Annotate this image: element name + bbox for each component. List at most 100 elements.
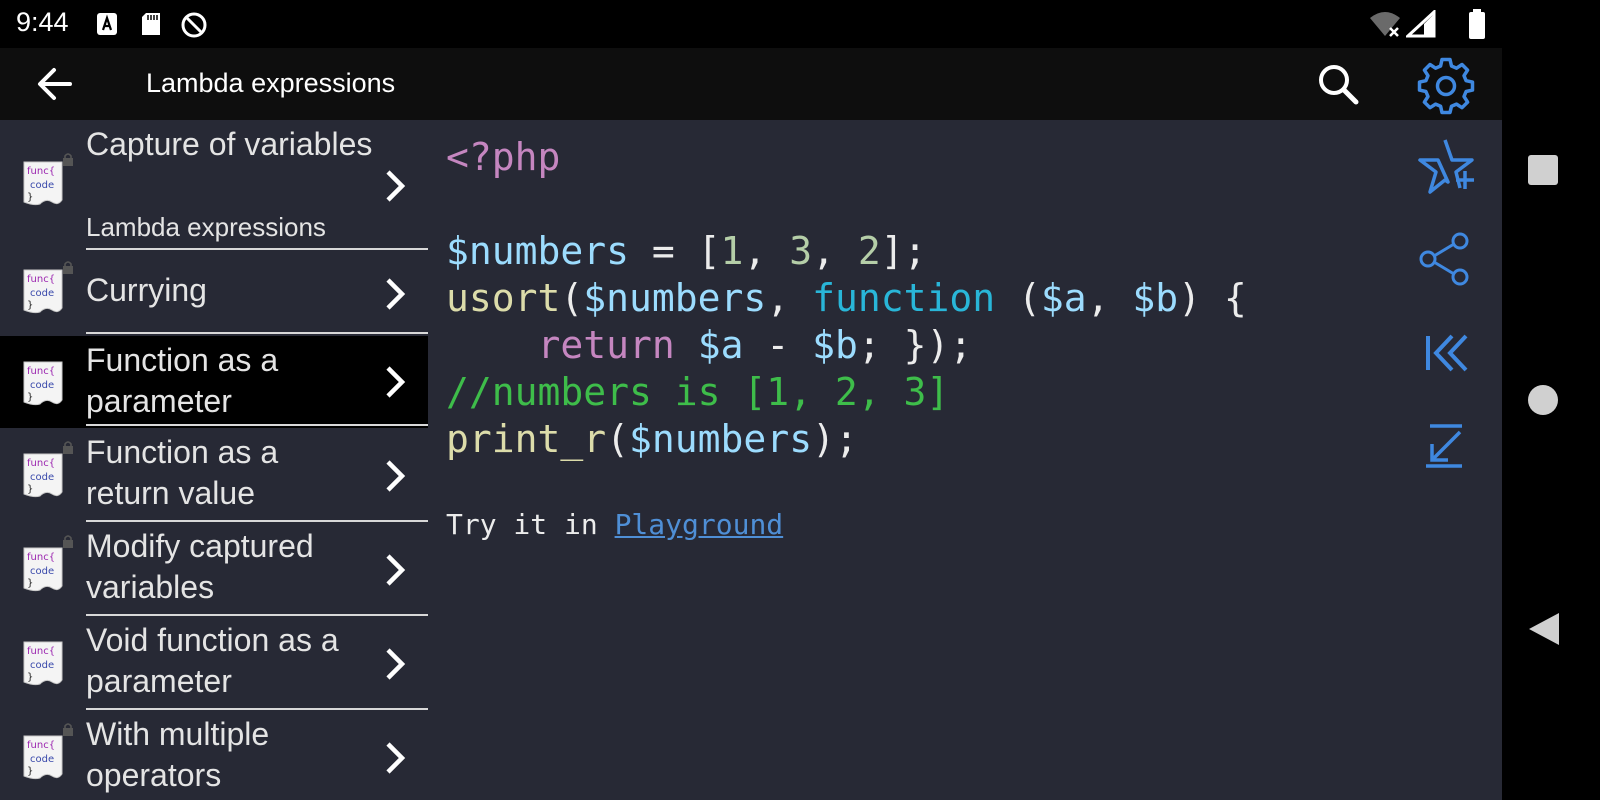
chevron-right-icon	[386, 460, 406, 492]
code-token: );	[812, 417, 858, 461]
code-file-icon: func{ code }	[23, 641, 63, 686]
add-favorite-button[interactable]	[1414, 136, 1476, 198]
list-item-function-as-parameter[interactable]: func{ code } Function as a parameter	[0, 336, 428, 428]
code-token: $numbers	[629, 417, 813, 461]
code-token: ,	[743, 229, 790, 273]
chevron-right-icon	[386, 170, 406, 202]
list-item-label: Capture of variables	[86, 126, 373, 162]
code-token: ];	[880, 229, 927, 273]
system-nav-bar	[1502, 0, 1600, 800]
arrow-down-left-icon	[1426, 424, 1462, 468]
try-it-text: Try it in	[446, 508, 615, 541]
code-token: ) {	[1178, 276, 1247, 320]
code-token: usort	[446, 276, 561, 320]
svg-text:code: code	[30, 566, 54, 577]
sd-card-icon	[142, 13, 160, 35]
list-item-modify-captured-variables[interactable]: func{ code } Modify captured variables	[0, 524, 428, 616]
code-token: ; });	[857, 323, 973, 367]
code-file-icon: func{ code }	[23, 547, 63, 592]
svg-text:}: }	[27, 300, 33, 311]
app-notification-icon	[97, 13, 117, 35]
divider	[86, 614, 428, 616]
list-item-function-as-return-value[interactable]: func{ code } Function as a return value	[0, 430, 428, 522]
topic-list: func{ code } Capture of variables Lambda…	[0, 120, 428, 800]
list-item-label: Modify captured variables	[86, 528, 314, 605]
svg-text:}: }	[27, 484, 33, 495]
list-item-capture-of-variables[interactable]: func{ code } Capture of variables Lambda…	[0, 120, 428, 250]
sync-disabled-icon	[181, 12, 207, 38]
svg-text:}: }	[27, 766, 33, 777]
settings-button[interactable]	[1416, 56, 1476, 116]
divider	[86, 332, 428, 334]
svg-text:}: }	[27, 392, 33, 403]
home-button[interactable]	[1527, 384, 1559, 416]
share-button[interactable]	[1414, 228, 1476, 290]
code-token: ,	[766, 276, 813, 320]
lock-icon	[63, 261, 73, 274]
code-file-icon: func{ code }	[23, 269, 63, 314]
svg-text:func{: func{	[27, 458, 55, 469]
svg-text:func{: func{	[27, 646, 55, 657]
page-title: Lambda expressions	[146, 68, 396, 98]
search-button[interactable]	[1314, 60, 1364, 110]
code-file-icon: func{ code }	[23, 161, 63, 206]
divider	[86, 520, 428, 522]
back-button[interactable]	[30, 62, 82, 106]
lock-icon	[63, 441, 73, 454]
recents-button[interactable]	[1527, 154, 1559, 186]
chevron-right-icon	[386, 278, 406, 310]
svg-text:code: code	[30, 380, 54, 391]
wifi-off-icon	[1370, 12, 1400, 37]
chevron-right-icon	[386, 554, 406, 586]
code-file-icon: func{ code }	[23, 361, 63, 406]
list-item-with-multiple-operators[interactable]: func{ code } With multiple operators	[0, 712, 428, 800]
code-token: $numbers	[446, 229, 630, 273]
code-token: return	[537, 323, 675, 367]
code-token: ,	[1086, 276, 1133, 320]
collapse-button[interactable]	[1414, 414, 1476, 476]
code-file-icon: func{ code }	[23, 735, 63, 780]
list-item-label: Function as a return value	[86, 434, 279, 511]
code-comment: //numbers is [1, 2, 3]	[446, 370, 950, 414]
code-block: <?php $numbers = [1, 3, 2]; usort($numbe…	[446, 134, 1247, 463]
code-token: function	[812, 276, 996, 320]
lock-icon	[63, 535, 73, 548]
arrow-back-icon	[38, 68, 72, 100]
lock-icon	[63, 723, 73, 736]
list-item-void-function-as-parameter[interactable]: func{ code } Void function as a paramete…	[0, 618, 428, 710]
list-item-label: With multiple operators	[86, 716, 270, 793]
list-item-label: Void function as a parameter	[86, 622, 339, 699]
svg-text:code: code	[30, 472, 54, 483]
code-token: 1	[720, 229, 744, 273]
chevron-right-icon	[386, 648, 406, 680]
svg-text:func{: func{	[27, 740, 55, 751]
svg-text:func{: func{	[27, 366, 55, 377]
list-item-currying[interactable]: func{ code } Currying	[0, 250, 428, 334]
code-token: (	[560, 276, 584, 320]
code-token: = [	[629, 229, 721, 273]
playground-link[interactable]: Playground	[615, 508, 784, 541]
status-bar: 9:44	[0, 0, 1502, 48]
code-token: 3	[789, 229, 813, 273]
jump-to-first-button[interactable]	[1414, 322, 1476, 384]
code-token: $numbers	[583, 276, 767, 320]
back-nav-button[interactable]	[1527, 612, 1561, 646]
code-open-tag: <?php	[446, 135, 561, 179]
code-token: -	[743, 323, 813, 367]
list-item-label: Currying	[86, 272, 207, 308]
search-icon	[1319, 65, 1359, 105]
svg-text:code: code	[30, 180, 54, 191]
signal-icon	[1406, 10, 1436, 38]
code-token: $b	[1132, 276, 1179, 320]
svg-text:code: code	[30, 660, 54, 671]
gear-icon	[1417, 57, 1475, 115]
svg-text:}: }	[27, 672, 33, 683]
svg-text:}: }	[27, 578, 33, 589]
divider	[86, 708, 428, 710]
code-file-icon: func{ code }	[23, 453, 63, 498]
list-item-label: Function as a parameter	[86, 342, 279, 419]
svg-text:func{: func{	[27, 274, 55, 285]
battery-icon	[1469, 9, 1485, 39]
